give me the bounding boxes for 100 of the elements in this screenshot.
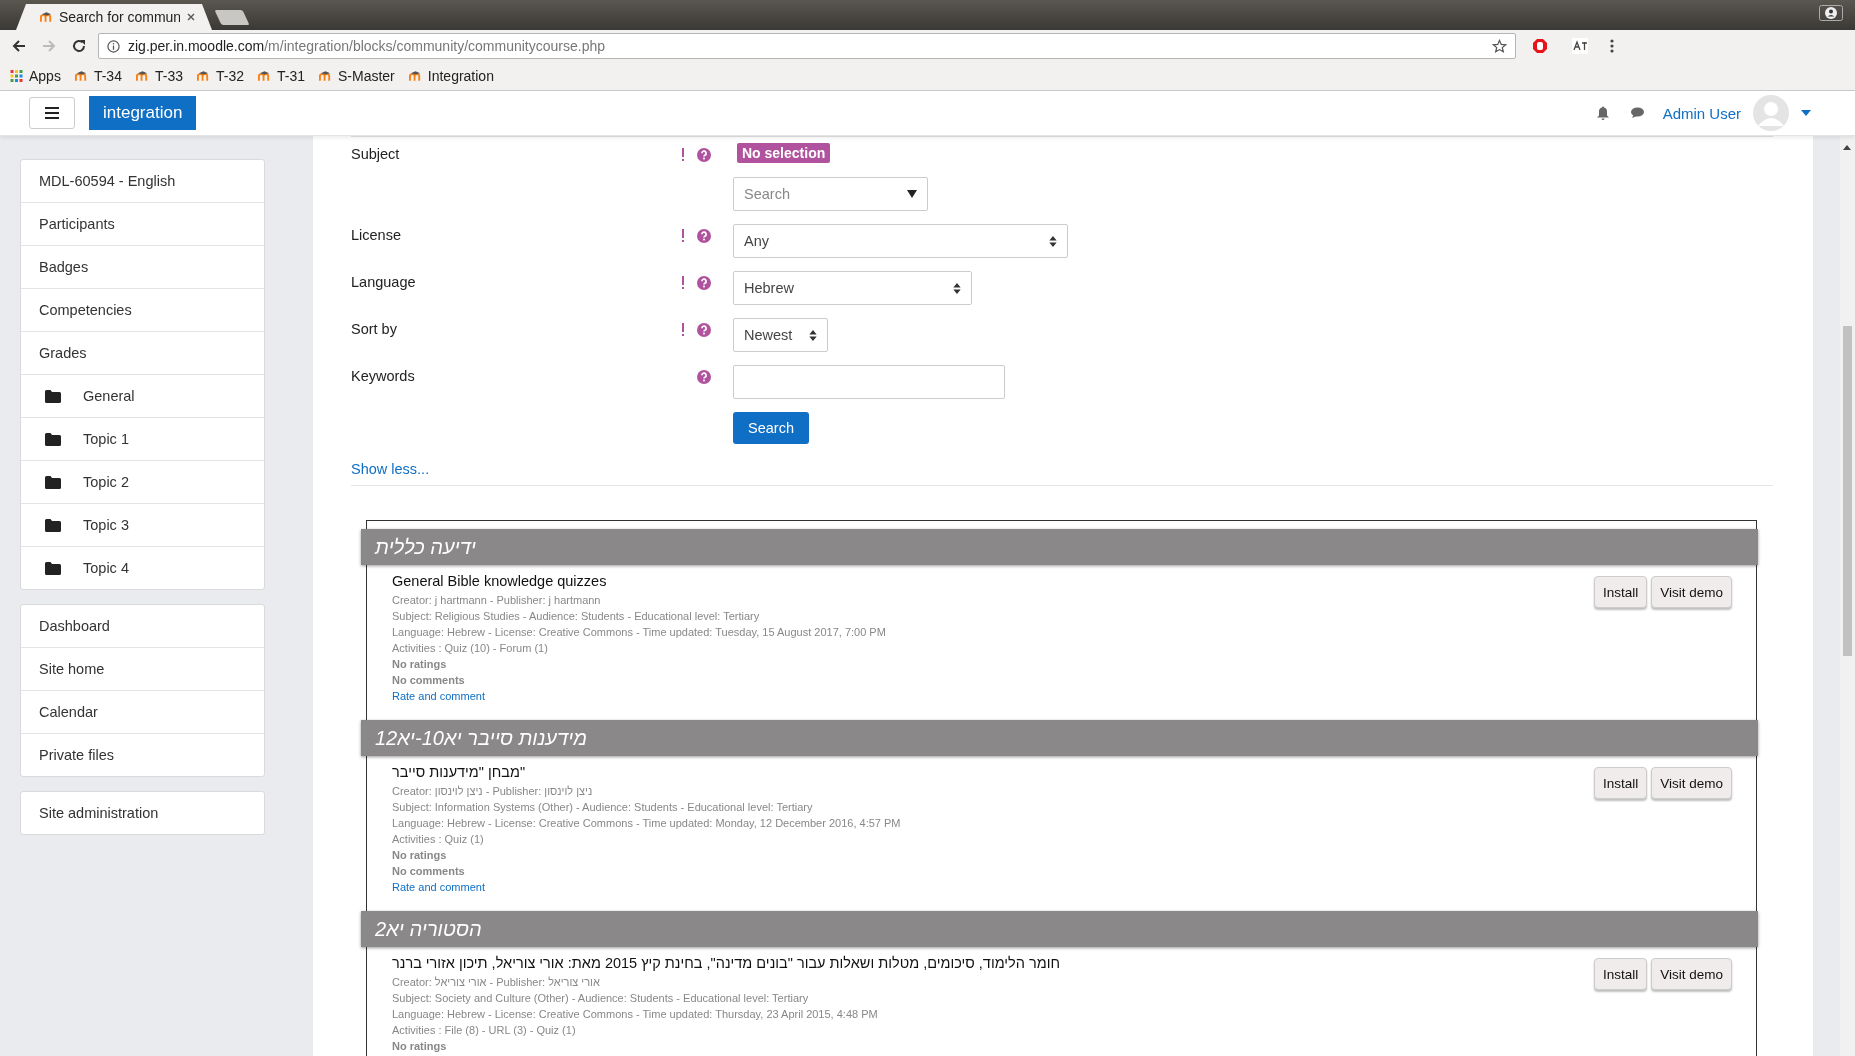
folder-icon (45, 561, 61, 575)
help-icon[interactable] (697, 323, 711, 337)
address-bar[interactable]: zig.per.in.moodle.com/m/integration/blocks/community/communitycourse.php (98, 33, 1516, 59)
scrollbar[interactable] (1840, 136, 1855, 1056)
course-title[interactable]: חומר הלימוד, סיכומים, מטלות ושאלות עבור "בונים מדינה", בחינת קיץ 2015 מאת: אורי צוריאל, תיכון אזורי ברנר (392, 955, 1594, 971)
folder-icon (45, 389, 61, 403)
bookmark[interactable]: T-32 (196, 68, 244, 84)
bookmark-label: T-33 (154, 68, 183, 84)
field-label: Subject (351, 145, 401, 164)
translate-icon[interactable] (1572, 38, 1588, 54)
select-field[interactable]: Hebrew (733, 271, 972, 305)
sort-arrows-icon (809, 329, 817, 341)
field-label: Keywords (351, 367, 416, 386)
course-heading: הסטוריה יא2 (361, 911, 1758, 947)
scroll-up-icon[interactable] (1843, 145, 1851, 150)
ratings-text: No ratings (392, 657, 448, 672)
moodle-icon (196, 70, 210, 82)
field-label: License (351, 226, 402, 245)
bell-icon[interactable] (1594, 105, 1611, 121)
course-action-button[interactable]: Visit demo (1651, 767, 1732, 799)
nav-item[interactable]: Private files (21, 733, 264, 776)
help-icon[interactable] (697, 229, 711, 243)
course-detail: Language: Hebrew - License: Creative Commons - Time updated: Thursday, 23 April 2015, 4:48 PM (392, 1007, 879, 1022)
field-label: Language (351, 273, 417, 292)
nav-item[interactable]: General (21, 374, 264, 417)
nav-item[interactable]: Topic 3 (21, 503, 264, 546)
menu-button[interactable] (29, 97, 75, 129)
course-detail: Activities : File (8) - URL (3) - Quiz (1) (392, 1023, 577, 1038)
bookmark[interactable]: Integration (408, 68, 494, 84)
help-icon[interactable] (697, 276, 711, 290)
course-action-button[interactable]: Visit demo (1651, 958, 1732, 990)
menu-icon[interactable] (1610, 38, 1614, 54)
moodle-icon (135, 70, 149, 82)
rate-link[interactable]: Rate and comment (392, 881, 485, 893)
search-dropdown[interactable]: Search (733, 177, 928, 211)
stop-hand-icon[interactable] (1532, 38, 1548, 54)
browser-tab[interactable]: Search for commun (16, 4, 212, 30)
chat-icon[interactable] (1628, 105, 1645, 121)
select-field[interactable]: Any (733, 224, 1068, 258)
course-detail: Creator: ניצן לוינסון - Publisher: ניצן לוינסון (392, 784, 594, 799)
course-detail: Subject: Religious Studies - Audience: Students - Educational level: Tertiary (392, 609, 761, 624)
nav-item[interactable]: Participants (21, 202, 264, 245)
course-action-button[interactable]: Install (1593, 576, 1648, 608)
course-detail: Activities : Quiz (1) (392, 832, 485, 847)
info-icon (107, 39, 120, 53)
course-action-button[interactable]: Install (1593, 958, 1648, 990)
comments-text: No comments (392, 673, 466, 688)
user-name[interactable]: Admin User (1662, 104, 1741, 122)
select-field[interactable]: Newest (733, 318, 828, 352)
reload-icon[interactable] (71, 38, 87, 54)
dropdown-arrow-icon (907, 190, 917, 198)
menu-icon (45, 107, 59, 119)
course-action-button[interactable]: Install (1593, 767, 1648, 799)
star-icon[interactable] (1492, 38, 1507, 54)
profile-icon[interactable] (1819, 5, 1843, 21)
bookmark[interactable]: S-Master (319, 68, 395, 84)
nav-item[interactable]: Topic 2 (21, 460, 264, 503)
new-tab-button[interactable] (214, 10, 250, 25)
nav-item[interactable]: Badges (21, 245, 264, 288)
bookmark[interactable]: T-31 (257, 68, 305, 84)
nav-item[interactable]: Competencies (21, 288, 264, 331)
course-detail: Subject: Society and Culture (Other) - Audience: Students - Educational level: Tertiary (392, 991, 810, 1006)
back-icon[interactable] (11, 38, 27, 54)
bookmark-label: S-Master (338, 68, 395, 84)
bookmark[interactable]: Apps (10, 68, 61, 84)
course-title[interactable]: מבחן "מידענות סייבר" (392, 764, 1594, 780)
course-title[interactable]: General Bible knowledge quizzes (392, 573, 1594, 589)
nav-item[interactable]: Topic 1 (21, 417, 264, 460)
course-action-button[interactable]: Visit demo (1651, 576, 1732, 608)
apps-grid-icon (10, 70, 23, 82)
nav-item[interactable]: Grades (21, 331, 264, 374)
moodle-icon (74, 70, 88, 82)
bookmark-label: Apps (29, 68, 61, 84)
nav-item[interactable]: Topic 4 (21, 546, 264, 589)
course-detail: Creator: אורי צוריאל - Publisher: אורי צוריאל (392, 975, 601, 990)
keywords-field[interactable] (733, 365, 1005, 399)
nav-item[interactable]: Site home (21, 647, 264, 690)
ratings-text: No ratings (392, 1039, 448, 1054)
nav-item[interactable]: Dashboard (21, 605, 264, 647)
folder-icon (45, 518, 61, 532)
nav-item[interactable]: MDL-60594 - English (21, 160, 264, 202)
bookmark-label: Integration (427, 68, 494, 84)
search-button[interactable]: Search (733, 412, 809, 444)
selection-tag: No selection (737, 143, 831, 163)
course-heading: ידיעה כללית (361, 529, 1758, 565)
nav-item[interactable]: Calendar (21, 690, 264, 733)
nav-item[interactable]: Site administration (21, 792, 264, 834)
sort-arrows-icon (953, 282, 961, 294)
site-name[interactable]: integration (89, 96, 197, 130)
scroll-thumb[interactable] (1843, 326, 1852, 656)
course-heading: מידענות סייבר יא10-יא12 (361, 720, 1758, 756)
close-icon[interactable] (186, 12, 196, 22)
bookmark[interactable]: T-34 (74, 68, 122, 84)
course-detail: Language: Hebrew - License: Creative Commons - Time updated: Monday, 12 December 2016, 4:57 PM (392, 816, 902, 831)
bookmark[interactable]: T-33 (135, 68, 183, 84)
caret-icon[interactable] (1801, 110, 1811, 116)
help-icon[interactable] (697, 370, 711, 384)
help-icon[interactable] (697, 148, 711, 162)
rate-link[interactable]: Rate and comment (392, 690, 485, 702)
show-less-link[interactable]: Show less... (351, 461, 430, 477)
